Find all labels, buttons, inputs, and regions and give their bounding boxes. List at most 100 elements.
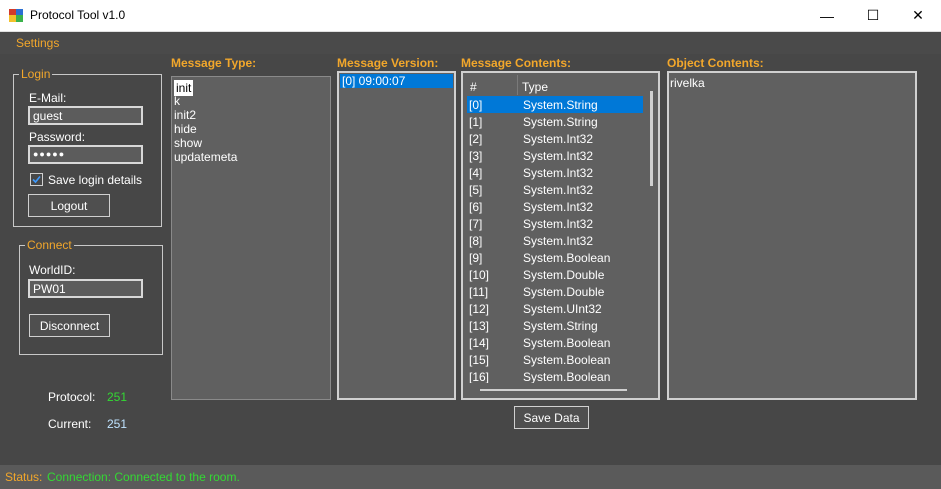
menu-bar: Settings [0, 32, 941, 54]
login-legend: Login [19, 67, 53, 81]
menu-settings[interactable]: Settings [16, 36, 59, 50]
list-item-label: init2 [174, 108, 197, 122]
horizontal-scrollbar[interactable] [463, 383, 645, 398]
row-index: [12] [469, 302, 490, 316]
title-bar: Protocol Tool v1.0 — ☐ ✕ [0, 0, 941, 32]
row-type: System.Int32 [523, 217, 594, 231]
status-text: Connection: Connected to the room. [47, 470, 240, 484]
row-index: [8] [469, 234, 483, 248]
disconnect-button-label: Disconnect [39, 318, 100, 333]
list-item-label: [0] 09:00:07 [342, 74, 406, 88]
column-header-type[interactable]: Type [522, 80, 548, 94]
maximize-button[interactable]: ☐ [850, 0, 896, 31]
table-row[interactable]: [8] System.Int32 [467, 232, 643, 249]
message-type-header: Message Type: [171, 56, 257, 70]
row-type: System.Double [523, 268, 605, 282]
row-index: [2] [469, 132, 483, 146]
vertical-scrollbar[interactable] [645, 73, 658, 383]
table-row[interactable]: [9] System.Boolean [467, 249, 643, 266]
connect-group [19, 245, 163, 355]
table-row[interactable]: [1] System.String [467, 113, 643, 130]
row-type: System.Int32 [523, 234, 594, 248]
connect-legend: Connect [25, 238, 74, 252]
status-bar: Status: Connection: Connected to the roo… [0, 465, 941, 489]
disconnect-button[interactable]: Disconnect [29, 314, 110, 337]
table-row[interactable]: [11] System.Double [467, 283, 643, 300]
row-type: System.Int32 [523, 166, 594, 180]
column-header-index[interactable]: # [470, 80, 477, 94]
password-value: ●●●●● [33, 149, 66, 159]
row-index: [6] [469, 200, 483, 214]
row-index: [15] [469, 353, 490, 367]
table-row[interactable]: [5] System.Int32 [467, 181, 643, 198]
message-contents-header: Message Contents: [461, 56, 572, 70]
window-title: Protocol Tool v1.0 [30, 8, 126, 22]
table-row[interactable]: [15] System.Boolean [467, 351, 643, 368]
row-type: System.Boolean [523, 336, 611, 350]
table-row[interactable]: [12] System.UInt32 [467, 300, 643, 317]
list-item-label: show [174, 136, 203, 150]
table-row[interactable]: [10] System.Double [467, 266, 643, 283]
row-type: System.String [523, 98, 598, 112]
object-contents-value: rivelka [670, 76, 705, 90]
table-row[interactable]: [4] System.Int32 [467, 164, 643, 181]
logout-button-label: Logout [50, 198, 88, 213]
table-row[interactable]: [7] System.Int32 [467, 215, 643, 232]
row-type: System.UInt32 [523, 302, 602, 316]
row-type: System.Double [523, 285, 605, 299]
current-label: Current: [48, 417, 92, 431]
list-item-label: hide [174, 122, 197, 136]
scrollbar-thumb[interactable] [650, 91, 653, 186]
email-field[interactable] [28, 106, 143, 125]
close-button[interactable]: ✕ [895, 0, 941, 31]
list-item[interactable]: updatemeta [174, 150, 237, 164]
row-index: [16] [469, 370, 490, 384]
row-type: System.Int32 [523, 132, 594, 146]
table-row[interactable]: [3] System.Int32 [467, 147, 643, 164]
list-item-label: k [174, 94, 180, 108]
worldid-field[interactable] [28, 279, 143, 298]
password-field[interactable]: ●●●●● [28, 145, 143, 164]
header-divider [517, 75, 518, 95]
message-contents-table[interactable]: # Type [0] System.String [1] System.String[… [461, 71, 660, 400]
row-type: System.Int32 [523, 200, 594, 214]
message-type-list[interactable]: init k init2 hide show updatemeta [171, 76, 331, 400]
table-row[interactable]: [6] System.Int32 [467, 198, 643, 215]
horizontal-scrollbar-thumb[interactable] [480, 389, 627, 391]
table-row[interactable]: [0] System.String [467, 96, 643, 113]
list-item[interactable]: init2 [174, 108, 196, 122]
list-item[interactable]: k [174, 94, 180, 108]
row-index: [5] [469, 183, 483, 197]
row-index: [1] [469, 115, 483, 129]
row-index: [3] [469, 149, 483, 163]
message-version-list[interactable]: [0] 09:00:07 [337, 71, 456, 400]
row-type: System.Boolean [523, 251, 611, 265]
list-item[interactable]: hide [174, 122, 197, 136]
object-contents-header: Object Contents: [667, 56, 764, 70]
row-index: [14] [469, 336, 490, 350]
list-item[interactable]: show [174, 136, 202, 150]
close-icon: ✕ [912, 7, 924, 23]
list-item-label: updatemeta [174, 150, 238, 164]
checkmark-icon [32, 175, 41, 184]
object-contents-box[interactable]: rivelka [667, 71, 917, 400]
save-data-button[interactable]: Save Data [514, 406, 589, 429]
message-version-header: Message Version: [337, 56, 439, 70]
email-label: E-Mail: [29, 91, 67, 105]
protocol-label: Protocol: [48, 390, 96, 404]
row-type: System.Int32 [523, 183, 594, 197]
logout-button[interactable]: Logout [28, 194, 110, 217]
row-type: System.Boolean [523, 353, 611, 367]
minimize-button[interactable]: — [804, 0, 850, 31]
table-row[interactable]: [14] System.Boolean [467, 334, 643, 351]
row-index: [7] [469, 217, 483, 231]
maximize-icon: ☐ [866, 7, 880, 23]
row-type: System.Int32 [523, 149, 594, 163]
row-index: [9] [469, 251, 483, 265]
protocol-value: 251 [107, 390, 128, 404]
table-row[interactable]: [13] System.String [467, 317, 643, 334]
row-type: System.Boolean [523, 370, 611, 384]
table-row[interactable]: [2] System.Int32 [467, 130, 643, 147]
save-login-checkbox[interactable] [30, 173, 43, 186]
list-item[interactable]: [0] 09:00:07 [340, 74, 453, 88]
